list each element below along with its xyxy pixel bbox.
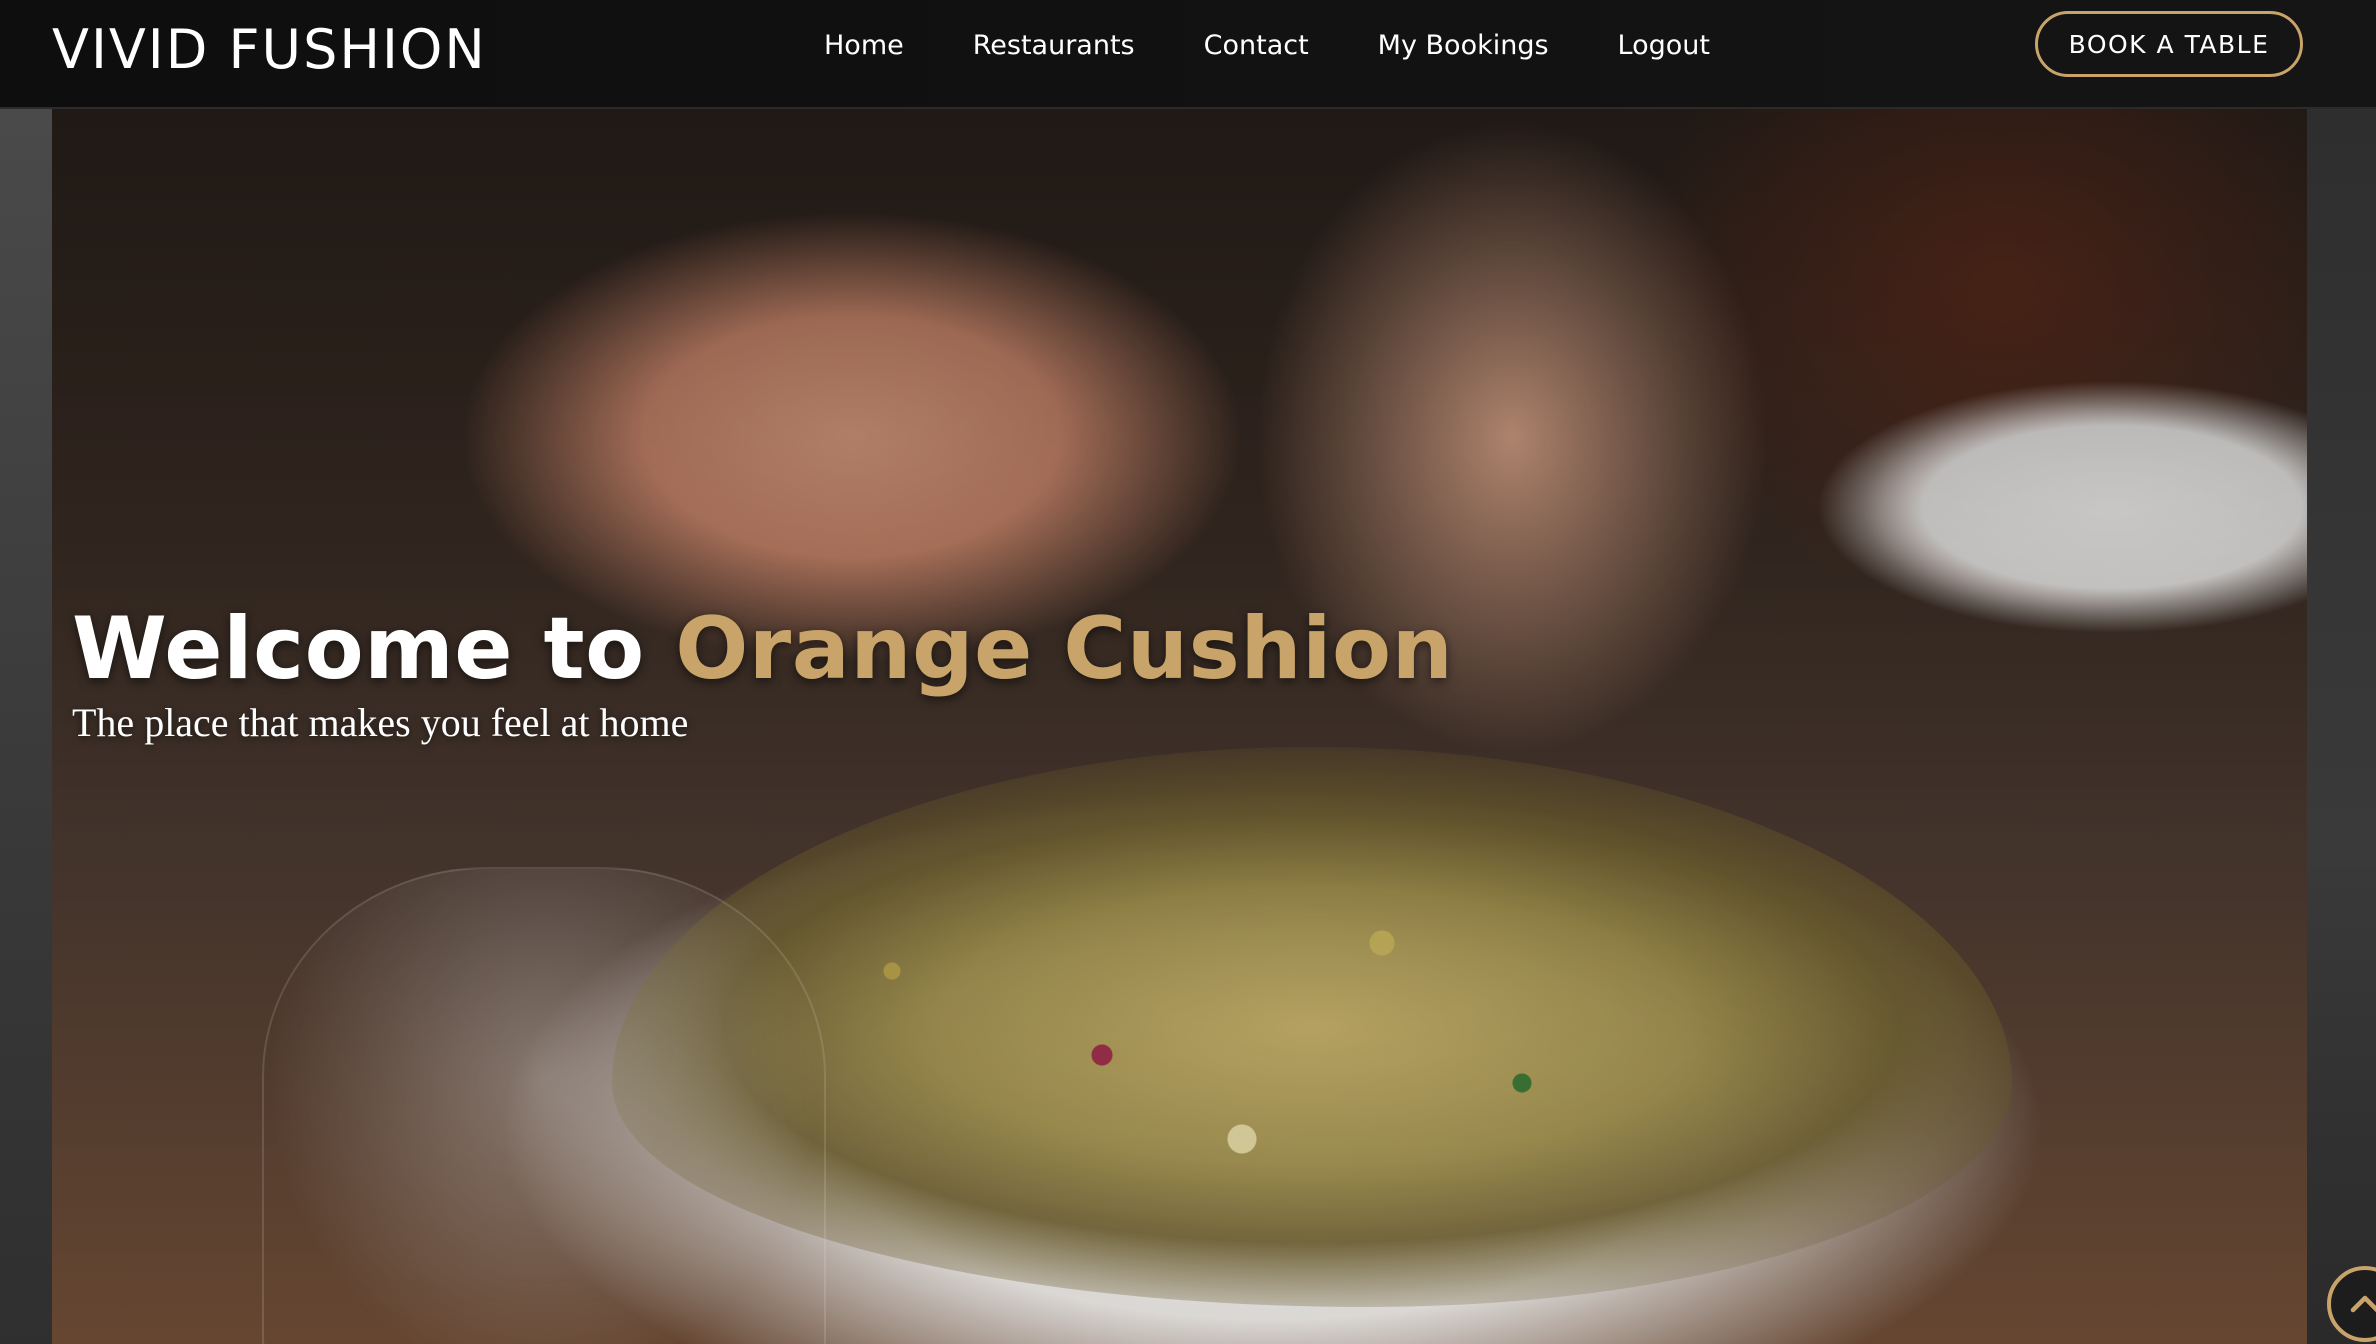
navbar: VIVID FUSHION Home Restaurants Contact M… <box>0 0 2376 109</box>
chevron-up-icon <box>2350 1295 2376 1313</box>
nav-logout[interactable]: Logout <box>1618 28 1710 64</box>
brand-logo-text[interactable]: VIVID FUSHION <box>52 18 487 81</box>
nav-home[interactable]: Home <box>824 28 904 64</box>
book-a-table-button[interactable]: BOOK A TABLE <box>2035 11 2303 77</box>
background-right-edge <box>2306 107 2376 1344</box>
main-nav: Home Restaurants Contact My Bookings Log… <box>824 28 1779 64</box>
nav-restaurants[interactable]: Restaurants <box>973 28 1135 64</box>
nav-my-bookings[interactable]: My Bookings <box>1378 28 1549 64</box>
hero-section: Welcome to Orange Cushion The place that… <box>52 107 2307 1344</box>
hero-subtitle: The place that makes you feel at home <box>72 700 689 745</box>
nav-contact[interactable]: Contact <box>1204 28 1309 64</box>
hero-title-prefix: Welcome to <box>72 599 676 699</box>
background-left-edge <box>0 107 52 1344</box>
hero-title-accent: Orange Cushion <box>675 599 1454 699</box>
hero-title: Welcome to Orange Cushion <box>72 597 1453 701</box>
